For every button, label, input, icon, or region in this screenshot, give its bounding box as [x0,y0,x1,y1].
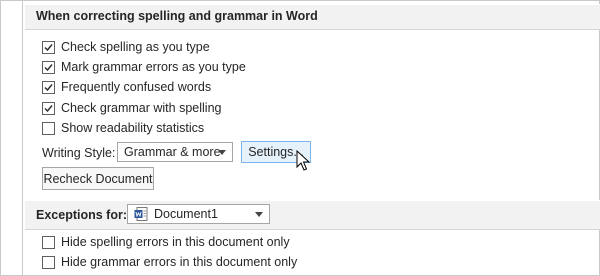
writing-style-label: Writing Style: [42,146,116,160]
option-mark-grammar[interactable]: Mark grammar errors as you type [42,59,246,75]
option-label: Check spelling as you type [61,40,210,54]
section-title: Exceptions for: [36,208,127,222]
option-label: Hide grammar errors in this document onl… [61,255,298,269]
left-divider [22,0,23,276]
document-name: Document1 [154,207,218,221]
option-label: Mark grammar errors as you type [61,60,246,74]
writing-style-dropdown[interactable]: Grammar & more [117,142,233,162]
checkbox-readability[interactable] [42,121,55,135]
checkmark-icon [44,104,53,112]
recheck-button-label: Recheck Document [43,171,153,186]
option-hide-spelling[interactable]: Hide spelling errors in this document on… [42,234,290,250]
section-title: When correcting spelling and grammar in … [36,9,318,23]
checkbox-confused-words[interactable] [42,80,55,94]
word-document-icon [134,207,148,221]
recheck-document-button[interactable]: Recheck Document [42,167,154,190]
option-check-spelling[interactable]: Check spelling as you type [42,39,210,55]
checkbox-hide-grammar[interactable] [42,255,55,269]
chevron-down-icon [218,150,226,155]
checkmark-icon [44,83,53,91]
writing-style-value: Grammar & more [124,145,221,159]
checkbox-check-grammar[interactable] [42,101,55,115]
checkbox-mark-grammar[interactable] [42,60,55,74]
chevron-down-icon [255,212,263,217]
option-hide-grammar[interactable]: Hide grammar errors in this document onl… [42,254,297,270]
section-header-exceptions: Exceptions for: [25,200,600,230]
option-confused-words[interactable]: Frequently confused words [42,79,211,95]
option-label: Show readability statistics [61,121,205,135]
exceptions-document-dropdown[interactable]: Document1 [127,204,270,224]
option-label: Check grammar with spelling [61,101,222,115]
mouse-cursor-icon [296,150,310,171]
option-check-grammar[interactable]: Check grammar with spelling [42,100,221,116]
checkbox-check-spelling[interactable] [42,40,55,54]
option-label: Frequently confused words [61,80,212,94]
option-label: Hide spelling errors in this document on… [61,235,290,249]
checkbox-hide-spelling[interactable] [42,235,55,249]
checkmark-icon [44,63,53,71]
option-readability[interactable]: Show readability statistics [42,120,204,136]
section-header-proofing: When correcting spelling and grammar in … [25,4,600,30]
checkmark-icon [44,43,53,51]
